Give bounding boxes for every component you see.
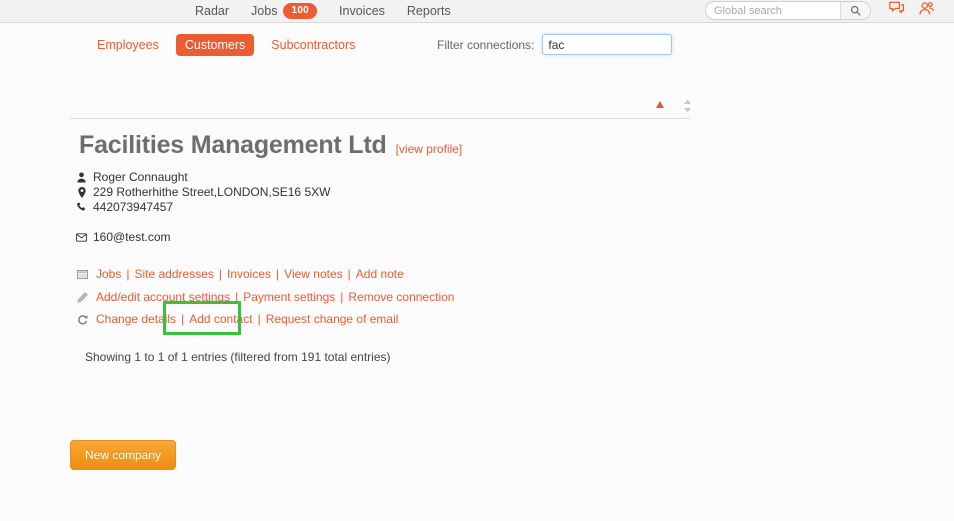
link-jobs[interactable]: Jobs	[96, 267, 121, 281]
search-button[interactable]	[840, 2, 870, 19]
company-header: Facilities Management Ltd [view profile]	[79, 131, 462, 160]
actions-row-contact: Change details | Add contact | Request c…	[76, 312, 398, 326]
link-add-note[interactable]: Add note	[356, 267, 404, 281]
separator: |	[257, 312, 261, 326]
header-divider	[70, 118, 690, 119]
sort-ascending-icon[interactable]	[656, 101, 664, 108]
link-payment-settings[interactable]: Payment settings	[243, 290, 335, 304]
separator: |	[126, 267, 130, 281]
separator: |	[235, 290, 239, 304]
refresh-icon	[76, 314, 89, 325]
email-line: 160@test.com	[76, 230, 171, 244]
phone-icon	[76, 202, 87, 212]
filter-connections-input[interactable]	[542, 34, 673, 55]
link-request-change-of-email[interactable]: Request change of email	[266, 312, 399, 326]
tab-employees[interactable]: Employees	[88, 34, 168, 56]
sort-both-icon[interactable]	[683, 99, 692, 113]
link-invoices[interactable]: Invoices	[227, 267, 271, 281]
phone-number: 442073947457	[93, 200, 174, 214]
link-view-notes[interactable]: View notes	[284, 267, 342, 281]
address-line: 229 Rotherhithe Street,LONDON,SE16 5XW	[76, 185, 330, 199]
main-navigation: Radar Jobs 100 Invoices Reports	[195, 2, 451, 20]
new-company-button[interactable]: New company	[70, 440, 177, 470]
nav-jobs-label[interactable]: Jobs	[251, 2, 277, 20]
connection-type-tabs: Employees Customers Subcontractors	[88, 34, 364, 56]
email-address: 160@test.com	[93, 230, 171, 244]
list-table-icon	[76, 269, 89, 279]
person-icon	[76, 171, 87, 183]
nav-reports[interactable]: Reports	[407, 2, 451, 20]
nav-jobs[interactable]: Jobs 100	[251, 2, 318, 20]
contact-name-line: Roger Connaught	[76, 170, 188, 184]
actions-row-settings: Add/edit account settings | Payment sett…	[76, 290, 454, 304]
link-change-details[interactable]: Change details	[96, 312, 176, 326]
separator: |	[347, 267, 351, 281]
tab-customers[interactable]: Customers	[175, 34, 255, 56]
tab-subcontractors[interactable]: Subcontractors	[262, 34, 364, 56]
nav-radar[interactable]: Radar	[195, 2, 229, 20]
separator: |	[340, 290, 344, 304]
account-button[interactable]	[918, 1, 935, 16]
contact-name: Roger Connaught	[93, 170, 188, 184]
global-search	[705, 1, 871, 20]
view-profile-link[interactable]: [view profile]	[396, 142, 463, 156]
sort-controls	[70, 99, 692, 115]
chat-bubbles-icon	[889, 1, 905, 14]
jobs-count-badge: 100	[283, 3, 318, 19]
entries-summary: Showing 1 to 1 of 1 entries (filtered fr…	[85, 350, 391, 364]
page-title: Facilities Management Ltd	[79, 131, 387, 159]
user-account-icon	[919, 2, 934, 15]
sort-both-glyph	[684, 99, 691, 113]
link-add-edit-account-settings[interactable]: Add/edit account settings	[96, 290, 230, 304]
address-text: 229 Rotherhithe Street,LONDON,SE16 5XW	[93, 185, 331, 199]
actions-row-records: Jobs | Site addresses | Invoices | View …	[76, 267, 404, 281]
link-site-addresses[interactable]: Site addresses	[134, 267, 213, 281]
link-remove-connection[interactable]: Remove connection	[348, 290, 454, 304]
phone-line: 442073947457	[76, 200, 173, 214]
pencil-icon	[76, 291, 89, 303]
separator: |	[276, 267, 280, 281]
search-icon	[850, 5, 861, 16]
filter-connections: Filter connections:	[437, 34, 673, 55]
filter-label: Filter connections:	[437, 37, 535, 52]
separator: |	[218, 267, 222, 281]
link-add-contact[interactable]: Add contact	[189, 312, 252, 326]
separator: |	[181, 312, 185, 326]
chat-bubbles-button[interactable]	[888, 1, 905, 16]
nav-invoices[interactable]: Invoices	[339, 2, 385, 20]
search-input[interactable]	[706, 2, 840, 19]
top-right-icons	[888, 1, 935, 16]
envelope-icon	[76, 232, 87, 242]
map-pin-icon	[76, 186, 87, 198]
